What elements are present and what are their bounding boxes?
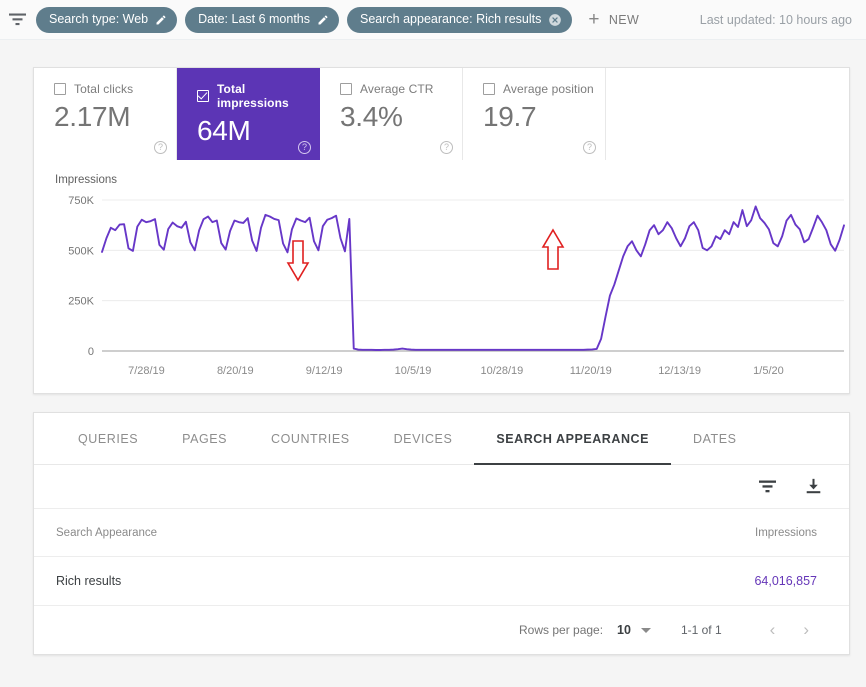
svg-text:250K: 250K [68,296,94,308]
metric-value: 2.17M [54,101,131,132]
checkbox-average-ctr[interactable] [340,83,352,95]
plus-icon: + [588,9,600,30]
svg-text:11/20/19: 11/20/19 [570,365,612,377]
chart-axis-title: Impressions [55,174,117,186]
help-icon[interactable]: ? [440,141,453,154]
metric-label: Total clicks [74,82,134,96]
metric-header: Total impressions [197,82,320,110]
impressions-chart-container: Impressions 750K 500K 250K 0 7/28/19 8/20/19 9… [34,160,849,393]
tab-search-appearance[interactable]: SEARCH APPEARANCE [474,413,671,465]
tab-label: QUERIES [78,431,139,446]
metric-header: Average position [483,82,605,96]
chip-label: Search appearance: Rich results [360,12,542,27]
tab-label: DATES [693,431,737,446]
performance-overview-panel: Total clicks 2.17M ? Total impressions 6… [33,67,850,394]
metric-cards-filler [606,68,849,160]
svg-text:750K: 750K [68,195,94,207]
checkbox-total-impressions[interactable] [197,90,209,102]
filter-icon[interactable] [757,477,777,497]
chip-label: Search type: Web [49,12,149,27]
filter-toolbar: Search type: Web Date: Last 6 months Sea… [0,0,866,40]
filter-chip-search-appearance[interactable]: Search appearance: Rich results [347,6,573,33]
svg-text:9/12/19: 9/12/19 [306,365,343,377]
chevron-right-icon[interactable]: › [789,620,823,640]
help-icon[interactable]: ? [298,141,311,154]
tab-label: SEARCH APPEARANCE [496,431,649,446]
download-icon[interactable] [803,477,823,497]
table-body: Rich results 64,016,857 [34,556,849,606]
impressions-line-chart[interactable]: 750K 500K 250K 0 7/28/19 8/20/19 9/12/19 10/5/1… [44,188,854,383]
metric-cards: Total clicks 2.17M ? Total impressions 6… [34,68,849,160]
tab-label: DEVICES [393,431,453,446]
help-icon[interactable]: ? [154,141,167,154]
search-appearance-table: Search Appearance Impressions Rich resul… [34,509,849,606]
table-pagination: Rows per page: 10 1-1 of 1 ‹ › [34,606,849,654]
svg-text:12/13/19: 12/13/19 [658,365,701,377]
rows-per-page-value[interactable]: 10 [617,623,631,637]
new-filter-label: NEW [608,12,640,27]
details-tabs: QUERIES PAGES COUNTRIES DEVICES SEARCH A… [34,413,849,465]
cell-impressions: 64,016,857 [452,556,849,606]
svg-text:1/5/20: 1/5/20 [753,365,784,377]
svg-text:0: 0 [88,346,94,358]
metric-label: Average CTR [360,82,434,96]
metric-value: 19.7 [483,101,537,132]
tab-pages[interactable]: PAGES [160,413,249,464]
metric-card-total-impressions[interactable]: Total impressions 64M ? [177,68,320,160]
metric-card-average-position[interactable]: Average position 19.7 ? [463,68,606,160]
chevron-down-icon[interactable] [640,627,651,633]
table-header-row: Search Appearance Impressions [34,509,849,557]
chevron-left-icon[interactable]: ‹ [756,620,790,640]
filter-icon[interactable] [6,9,28,31]
tab-countries[interactable]: COUNTRIES [249,413,372,464]
close-circle-icon[interactable] [548,13,562,27]
tab-label: COUNTRIES [271,431,350,446]
pencil-icon[interactable] [317,14,329,26]
rows-per-page-label: Rows per page: [519,623,604,637]
pagination-range: 1-1 of 1 [680,623,722,637]
tab-label: PAGES [182,431,228,446]
svg-text:500K: 500K [68,245,94,257]
help-icon[interactable]: ? [583,141,596,154]
last-updated-text: Last updated: 10 hours ago [699,12,852,27]
metric-label: Average position [503,82,594,96]
svg-text:10/28/19: 10/28/19 [480,365,523,377]
pencil-icon[interactable] [155,14,167,26]
tab-queries[interactable]: QUERIES [56,413,160,464]
filter-chip-date[interactable]: Date: Last 6 months [185,6,340,33]
svg-text:10/5/19: 10/5/19 [395,365,432,377]
details-panel: QUERIES PAGES COUNTRIES DEVICES SEARCH A… [33,412,850,655]
column-header-search-appearance[interactable]: Search Appearance [34,509,453,557]
table-head: Search Appearance Impressions [34,509,849,557]
checkbox-average-position[interactable] [483,83,495,95]
filter-chip-search-type[interactable]: Search type: Web [36,6,178,33]
metric-header: Average CTR [340,82,462,96]
tab-devices[interactable]: DEVICES [372,413,475,464]
svg-text:7/28/19: 7/28/19 [128,365,165,377]
column-header-impressions[interactable]: Impressions [452,509,849,557]
cell-search-appearance: Rich results [34,556,453,606]
metric-card-total-clicks[interactable]: Total clicks 2.17M ? [34,68,177,160]
table-toolbar [34,465,849,509]
table-row[interactable]: Rich results 64,016,857 [34,556,849,606]
new-filter-button[interactable]: + NEW [588,10,639,29]
checkbox-total-clicks[interactable] [54,83,66,95]
svg-text:8/20/19: 8/20/19 [217,365,254,377]
metric-card-average-ctr[interactable]: Average CTR 3.4% ? [320,68,463,160]
chip-label: Date: Last 6 months [198,12,311,27]
metric-value: 3.4% [340,101,403,132]
metric-header: Total clicks [54,82,176,96]
metric-label: Total impressions [217,82,289,110]
tab-dates[interactable]: DATES [671,413,759,464]
